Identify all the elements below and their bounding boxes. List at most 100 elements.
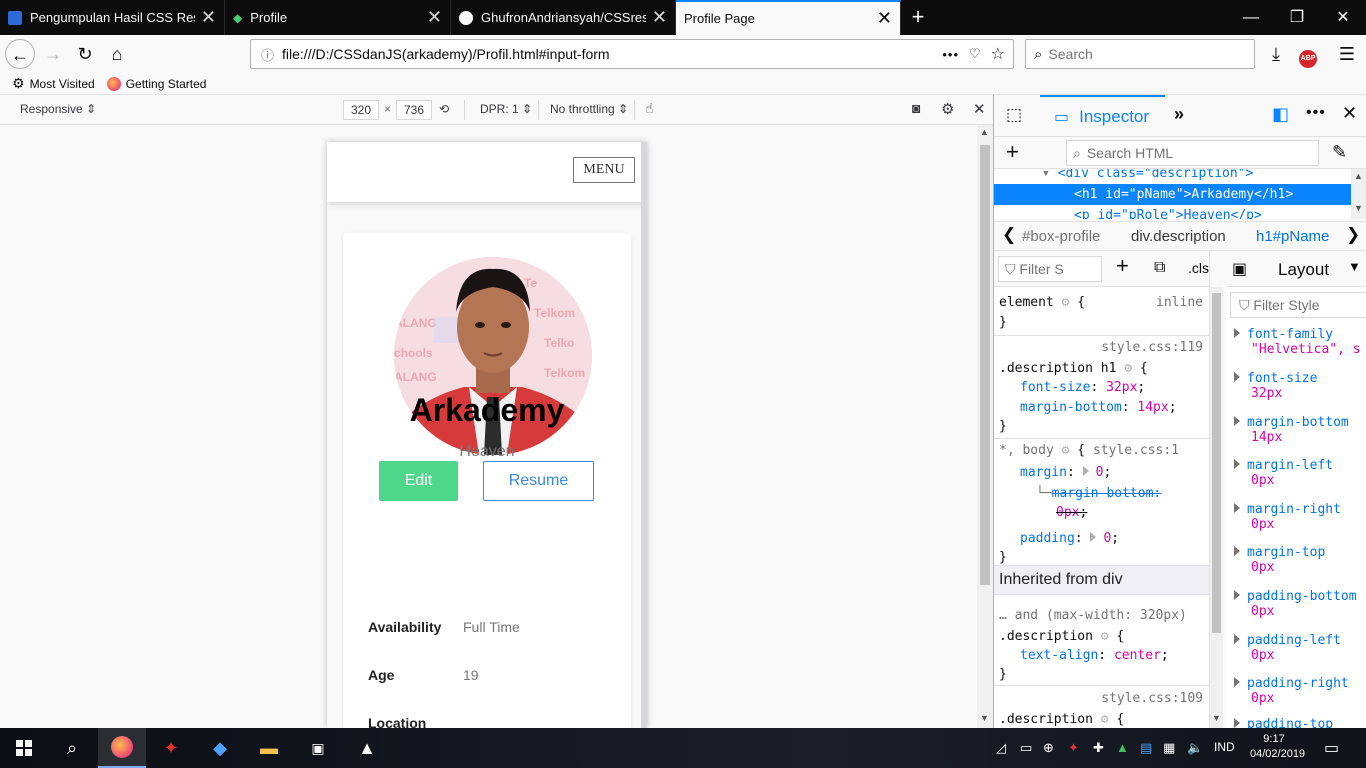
expand-icon[interactable] <box>1234 416 1240 426</box>
computed-property[interactable]: margin-right 0px <box>1234 502 1341 532</box>
markup-line-div[interactable]: ▾ <div class="description"> <box>994 169 1351 184</box>
declaration[interactable]: font-size: 32px; <box>1020 380 1145 395</box>
scroll-up-icon[interactable]: ▲ <box>1354 171 1363 181</box>
file-explorer-icon[interactable]: ▬ <box>245 728 293 768</box>
app-icon[interactable]: ◆ <box>196 728 244 768</box>
settings-gear-icon[interactable]: ⚙ <box>941 100 954 118</box>
bookmark-most-visited[interactable]: ⚙ Most Visited <box>12 75 95 92</box>
more-tools-icon[interactable]: » <box>1174 104 1184 125</box>
download-icon[interactable]: ⤓ <box>1261 39 1291 69</box>
tray-app-icon[interactable]: ▲ <box>1116 740 1129 755</box>
close-devtools-icon[interactable]: ✕ <box>1342 103 1357 124</box>
computed-property[interactable]: padding-left 0px <box>1234 633 1341 663</box>
computed-property[interactable]: font-size 32px <box>1234 371 1317 401</box>
overflow-menu-icon[interactable]: ••• <box>1306 104 1326 122</box>
scroll-down-icon[interactable]: ▼ <box>980 713 989 723</box>
chevron-down-icon[interactable]: ▼ <box>1348 259 1361 274</box>
tray-app-icon[interactable]: ▦ <box>1163 740 1175 756</box>
network-icon[interactable]: ◿ <box>996 740 1006 756</box>
rule-source[interactable]: inline <box>1156 295 1203 310</box>
computed-property[interactable]: margin-left 0px <box>1234 458 1333 488</box>
scrollbar-thumb[interactable] <box>980 145 990 585</box>
close-icon[interactable]: ✕ <box>427 7 442 28</box>
cls-toggle[interactable]: .cls <box>1188 260 1209 276</box>
close-icon[interactable]: ✕ <box>652 7 667 28</box>
search-input[interactable] <box>1048 46 1229 62</box>
adblock-icon[interactable]: ABP <box>1293 39 1323 69</box>
forward-button[interactable]: → <box>38 39 68 69</box>
screenshot-icon[interactable]: ◙ <box>912 100 920 116</box>
new-tab-button[interactable]: + <box>901 0 935 35</box>
expand-icon[interactable] <box>1234 677 1240 687</box>
minimize-icon[interactable]: — <box>1228 0 1274 35</box>
viewport-scrollbar[interactable]: ▲ ▼ <box>977 125 993 728</box>
reload-button[interactable]: ↻ <box>70 39 100 69</box>
scroll-up-icon[interactable]: ▲ <box>980 127 989 137</box>
viewport-width-input[interactable]: 320 <box>343 100 379 120</box>
filter-styles-input[interactable]: ⛉ Filter S <box>998 256 1102 282</box>
device-selector[interactable]: Responsive ⇕ <box>20 102 96 116</box>
scroll-down-icon[interactable]: ▼ <box>1212 713 1221 723</box>
markup-line-p[interactable]: <p id="pRole">Heaven</p> <box>994 205 1351 219</box>
notification-icon[interactable]: ▭ <box>1324 738 1339 758</box>
chevron-right-icon[interactable]: ❯ <box>1346 225 1360 245</box>
terminal-icon[interactable]: ▣ <box>294 728 342 768</box>
garena-tray-icon[interactable]: ✦ <box>1068 740 1079 756</box>
rules-scrollbar[interactable]: ▼ <box>1210 287 1223 728</box>
close-icon[interactable]: ✕ <box>877 8 892 29</box>
dpr-selector[interactable]: DPR: 1 ⇕ <box>480 102 532 116</box>
expand-icon[interactable] <box>1234 634 1240 644</box>
dock-side-icon[interactable]: ◧ <box>1272 104 1289 125</box>
clock[interactable]: 9:17 04/02/2019 <box>1250 732 1305 762</box>
markup-scrollbar[interactable]: ▲ ▼ <box>1351 169 1366 219</box>
search-icon[interactable]: ⌕ <box>48 728 96 768</box>
add-node-icon[interactable]: + <box>1006 139 1019 165</box>
tab-inspector[interactable]: ▭ Inspector <box>1040 95 1165 137</box>
chevron-left-icon[interactable]: ❮ <box>1002 225 1016 245</box>
expand-icon[interactable] <box>1234 590 1240 600</box>
language-indicator[interactable]: IND <box>1214 740 1235 754</box>
computed-property[interactable]: margin-top 0px <box>1234 545 1325 575</box>
breadcrumb-item[interactable]: #box-profile <box>1022 228 1100 245</box>
rotate-icon[interactable]: ⟲ <box>439 102 449 116</box>
edit-button[interactable]: Edit <box>379 461 458 501</box>
scroll-down-icon[interactable]: ▼ <box>1354 203 1363 213</box>
menu-button[interactable]: MENU <box>573 157 635 183</box>
toggle-pane-icon[interactable]: ▣ <box>1232 259 1247 279</box>
filter-computed-input[interactable]: ⛉ Filter Style <box>1230 292 1366 318</box>
expand-icon[interactable] <box>1234 718 1240 728</box>
menu-icon[interactable]: ☰ <box>1332 39 1362 69</box>
url-bar[interactable]: ⓘ file:///D:/CSSdanJS(arkademy)/Profil.h… <box>250 39 1014 69</box>
photos-icon[interactable]: ▲ <box>343 728 391 768</box>
expand-icon[interactable] <box>1082 466 1089 476</box>
expand-icon[interactable] <box>1234 503 1240 513</box>
rule-source[interactable]: style.css:109 <box>1101 691 1203 706</box>
url-text[interactable]: file:///D:/CSSdanJS(arkademy)/Profil.htm… <box>282 46 942 62</box>
declaration[interactable]: padding: 0; <box>1020 531 1119 546</box>
element-picker-icon[interactable]: ⬚ <box>1006 105 1022 125</box>
battery-icon[interactable]: ▭ <box>1020 740 1032 756</box>
eyedropper-icon[interactable]: ✎ <box>1332 142 1347 163</box>
gear-icon[interactable]: ⚙ <box>1101 629 1109 644</box>
tab-classroom[interactable]: Pengumpulan Hasil CSS Respo ✕ <box>0 0 225 35</box>
gear-icon[interactable]: ⚙ <box>1101 712 1109 727</box>
declaration[interactable]: margin: 0; <box>1020 465 1111 480</box>
page-scrollbar[interactable] <box>641 142 647 728</box>
computed-property[interactable]: font-family "Helvetica", s <box>1234 327 1361 357</box>
search-html-input[interactable]: ⌕ Search HTML <box>1066 140 1319 166</box>
scrollbar-thumb[interactable] <box>1212 293 1221 633</box>
breadcrumb-item[interactable]: div.description <box>1131 228 1226 245</box>
computed-property[interactable]: padding-right 0px <box>1234 676 1349 706</box>
windows-start-icon[interactable] <box>0 728 48 768</box>
close-rdm-icon[interactable]: ✕ <box>973 100 986 118</box>
touch-simulation-icon[interactable]: ☝ <box>645 100 654 117</box>
computed-property[interactable]: margin-bottom 14px <box>1234 415 1349 445</box>
tab-github[interactable]: GhufronAndriansyah/CSSrespo ✕ <box>451 0 676 35</box>
garena-icon[interactable]: ✦ <box>147 728 195 768</box>
declaration[interactable]: margin-bottom: 14px; <box>1020 400 1177 415</box>
rule-source[interactable]: style.css:119 <box>1101 340 1203 355</box>
computed-property[interactable]: padding-top <box>1234 717 1333 728</box>
tab-profile-page[interactable]: Profile Page ✕ <box>676 0 901 35</box>
tray-app-icon[interactable]: ⊕ <box>1043 740 1054 756</box>
tab-codepen[interactable]: ◆ Profile ✕ <box>225 0 451 35</box>
